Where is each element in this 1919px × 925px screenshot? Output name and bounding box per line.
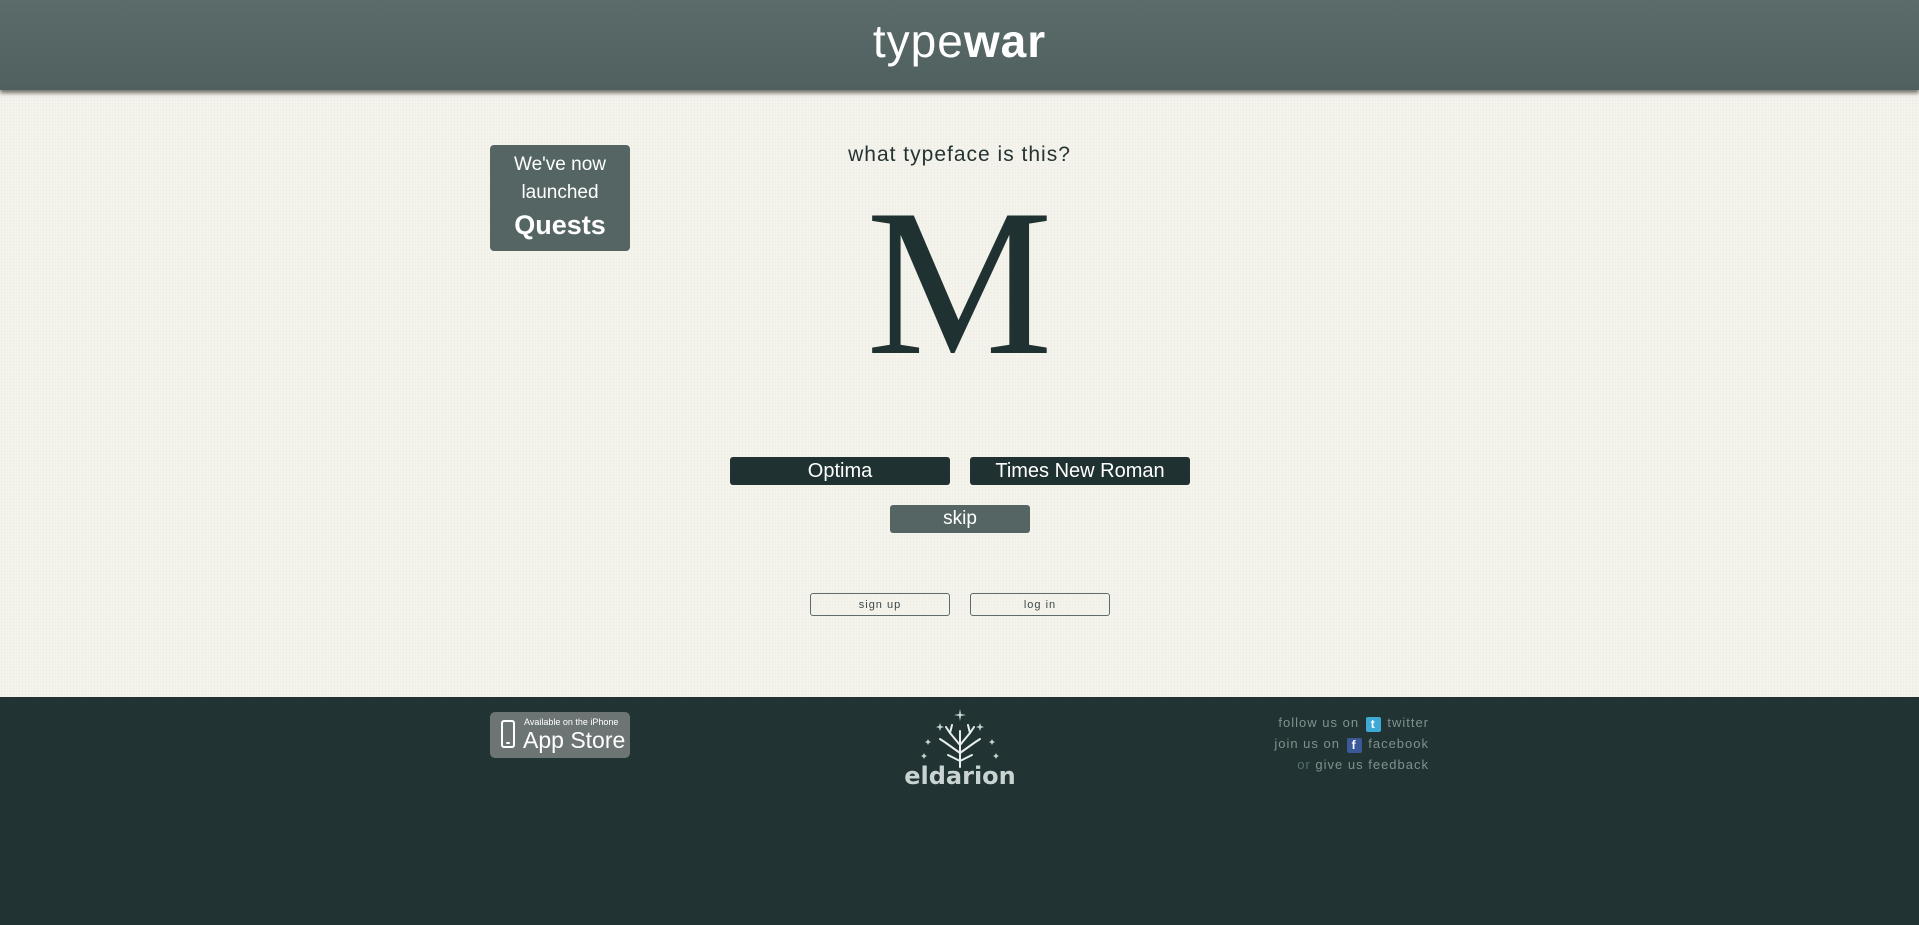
facebook-icon[interactable]: f xyxy=(1346,738,1362,753)
twitter-link[interactable]: twitter xyxy=(1387,715,1429,730)
typeface-specimen: M xyxy=(866,167,1053,399)
skip-button[interactable]: skip xyxy=(890,505,1030,533)
app-store-badge[interactable]: Available on the iPhone App Store xyxy=(490,712,630,758)
eldarion-tree-icon: eldarion xyxy=(904,709,1016,790)
log-in-button[interactable]: log in xyxy=(970,593,1110,616)
sign-up-button[interactable]: sign up xyxy=(810,593,950,616)
twitter-icon[interactable]: t xyxy=(1365,717,1381,732)
join-prefix: join us on xyxy=(1274,736,1340,751)
or-text: or xyxy=(1297,757,1311,772)
site-footer: Available on the iPhone App Store eldari… xyxy=(0,697,1919,925)
site-logo[interactable]: typewar xyxy=(0,14,1919,68)
choice-button-times-new-roman[interactable]: Times New Roman xyxy=(970,457,1190,485)
logo-light-part: type xyxy=(872,15,964,67)
app-store-small-text: Available on the iPhone xyxy=(524,717,619,727)
phone-icon xyxy=(501,720,515,748)
facebook-line: join us on f facebook xyxy=(1129,733,1429,754)
site-header: typewar xyxy=(0,0,1919,90)
facebook-link[interactable]: facebook xyxy=(1368,736,1429,751)
follow-prefix: follow us on xyxy=(1278,715,1360,730)
choice-button-optima[interactable]: Optima xyxy=(730,457,950,485)
feedback-link[interactable]: give us feedback xyxy=(1315,757,1429,772)
eldarion-logo[interactable]: eldarion xyxy=(898,705,1022,790)
quiz-question: what typeface is this? xyxy=(848,143,1071,166)
app-store-big-text: App Store xyxy=(523,727,626,753)
logo-bold-part: war xyxy=(963,15,1047,67)
social-links: follow us on t twitter join us on f face… xyxy=(1129,712,1429,775)
twitter-line: follow us on t twitter xyxy=(1129,712,1429,733)
eldarion-wordmark: eldarion xyxy=(904,762,1016,790)
feedback-line: or give us feedback xyxy=(1129,754,1429,775)
